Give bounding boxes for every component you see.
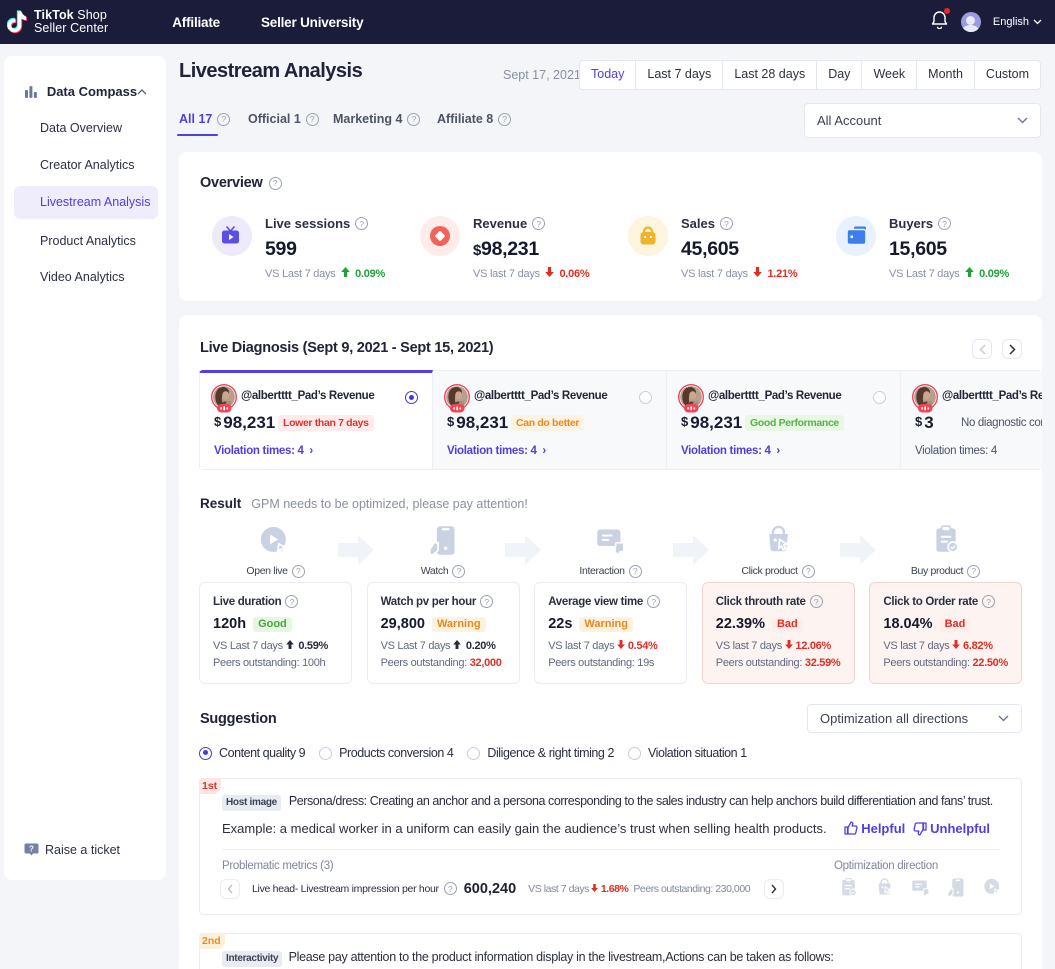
svg-text:?: ?	[29, 845, 34, 854]
